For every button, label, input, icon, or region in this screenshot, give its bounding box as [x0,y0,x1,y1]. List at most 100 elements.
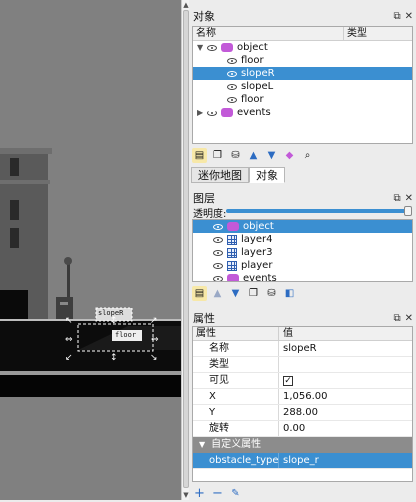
tree-item-label: slopeL [241,81,274,92]
layer-item-events[interactable]: events [193,272,412,282]
prop-row-x[interactable]: X 1,056.00 [193,389,412,405]
svg-text:↖: ↖ [65,316,73,326]
col-value[interactable]: 值 [279,327,293,340]
svg-text:↗: ↗ [150,316,158,326]
add-property-icon[interactable]: + [192,486,207,501]
tab-minimap[interactable]: 迷你地图 [191,167,249,183]
delete-layer-icon[interactable]: ⛁ [264,286,279,301]
map-canvas[interactable]: ↖ ↗ ⇔ ⇔ ↙ ↘ ↕ ↕ slopeR floor [0,0,181,500]
layer-item-player[interactable]: player [193,259,412,272]
layer-up-icon[interactable]: ▲ [210,286,225,301]
scroll-up-icon[interactable]: ▲ [182,1,190,9]
duplicate-layer-icon[interactable]: ❐ [246,286,261,301]
layer-down-icon[interactable]: ▼ [228,286,243,301]
move-down-icon[interactable]: ▼ [264,148,279,163]
tree-item-sloper[interactable]: slopeR [193,67,412,80]
tree-item-floor[interactable]: floor [193,54,412,67]
prop-value[interactable]: slopeR [279,341,317,356]
opacity-label: 透明度: [193,209,227,220]
prop-value[interactable]: 0.00 [279,421,305,436]
layer-item-layer4[interactable]: layer4 [193,233,412,246]
toggle-other-layers-icon[interactable]: ◧ [282,286,297,301]
hidden-eye-icon[interactable] [207,109,217,116]
scroll-thumb[interactable] [183,10,189,488]
properties-title: 属性 [193,312,215,325]
group-layer-icon[interactable]: ◆ [282,148,297,163]
canvas-vertical-scrollbar[interactable]: ▲ ▼ [181,0,189,500]
layer-label: events [243,273,277,282]
prop-value[interactable]: 1,056.00 [279,389,328,404]
prop-value[interactable]: 288.00 [279,405,318,420]
new-object-icon[interactable]: ▤ [192,147,207,163]
tree-item-object[interactable]: ▼ object [193,41,412,54]
properties-table[interactable]: 属性 值 名称 slopeR 类型 可见 ✓ X 1,056.00 Y 288.… [192,326,413,482]
layer-label: layer3 [241,247,273,258]
tree-item-slopel[interactable]: slopeL [193,80,412,93]
prop-key: 名称 [193,341,279,356]
rename-property-icon[interactable]: ✎ [228,486,243,501]
float-icon[interactable]: ⧉ [393,313,400,324]
visibility-eye-icon[interactable] [213,223,223,230]
visibility-eye-icon[interactable] [227,57,237,64]
properties-dock-title: 属性 ⧉ ✕ [190,310,416,326]
prop-row-obstacle-type[interactable]: obstacle_type slope_r [193,453,412,469]
close-icon[interactable]: ✕ [405,193,413,204]
section-label: 自定义属性 [211,439,262,450]
slider-knob[interactable] [404,206,412,216]
properties-toolbar: + − ✎ [192,484,243,502]
prop-row-rotation[interactable]: 旋转 0.00 [193,421,412,437]
prop-row-visible[interactable]: 可见 ✓ [193,373,412,389]
visibility-eye-icon[interactable] [213,249,223,256]
prop-row-type[interactable]: 类型 [193,357,412,373]
close-icon[interactable]: ✕ [405,313,413,324]
float-icon[interactable]: ⧉ [393,193,400,204]
expand-arrow-icon[interactable]: ▼ [197,41,207,54]
side-panels: 对象 ⧉ ✕ 名称 类型 ▼ object floor slopeR slopeL… [190,0,416,502]
visibility-eye-icon[interactable] [213,262,223,269]
prop-key: Y [193,405,279,420]
custom-properties-section[interactable]: ▼ 自定义属性 [193,437,412,453]
visibility-eye-icon[interactable] [213,236,223,243]
move-up-icon[interactable]: ▲ [246,148,261,163]
visibility-eye-icon[interactable] [227,83,237,90]
opacity-slider[interactable] [226,206,412,216]
canvas-slope-label: slopeR [98,309,124,317]
scroll-down-icon[interactable]: ▼ [182,491,190,499]
layers-toolbar: ▤ ▲ ▼ ❐ ⛁ ◧ [192,284,297,302]
col-property[interactable]: 属性 [193,327,279,340]
new-layer-icon[interactable]: ▤ [192,285,207,301]
duplicate-icon[interactable]: ❐ [210,148,225,163]
tree-item-label: object [237,42,268,53]
remove-property-icon[interactable]: − [210,486,225,501]
tree-item-floor[interactable]: floor [193,93,412,106]
prop-value[interactable] [279,357,283,372]
prop-row-name[interactable]: 名称 slopeR [193,341,412,357]
layer-item-object[interactable]: object [193,220,412,233]
layers-list[interactable]: object layer4 layer3 player events [192,219,413,282]
prop-value[interactable]: slope_r [279,453,319,468]
section-collapse-icon[interactable]: ▼ [199,437,205,453]
visibility-eye-icon[interactable] [227,96,237,103]
visibility-eye-icon[interactable] [207,44,217,51]
visible-checkbox[interactable]: ✓ [283,376,293,386]
close-icon[interactable]: ✕ [405,11,413,22]
tree-item-label: floor [241,94,264,105]
svg-text:⇔: ⇔ [65,335,73,345]
tab-objects[interactable]: 对象 [249,167,285,183]
col-name[interactable]: 名称 [193,27,344,40]
visibility-eye-icon[interactable] [213,275,223,281]
svg-text:↘: ↘ [150,353,158,363]
col-type[interactable]: 类型 [344,27,367,40]
layer-item-layer3[interactable]: layer3 [193,246,412,259]
prop-key: 可见 [193,373,279,388]
collapse-arrow-icon[interactable]: ▶ [197,106,207,119]
objects-tree[interactable]: 名称 类型 ▼ object floor slopeR slopeL floor… [192,26,413,144]
float-icon[interactable]: ⧉ [393,11,400,22]
properties-icon[interactable]: ⌕ [300,148,315,163]
layer-label: player [241,260,273,271]
prop-row-y[interactable]: Y 288.00 [193,405,412,421]
visibility-eye-icon[interactable] [227,70,237,77]
remove-icon[interactable]: ⛁ [228,148,243,163]
tree-item-label: events [237,107,271,118]
tree-item-events[interactable]: ▶ events [193,106,412,119]
